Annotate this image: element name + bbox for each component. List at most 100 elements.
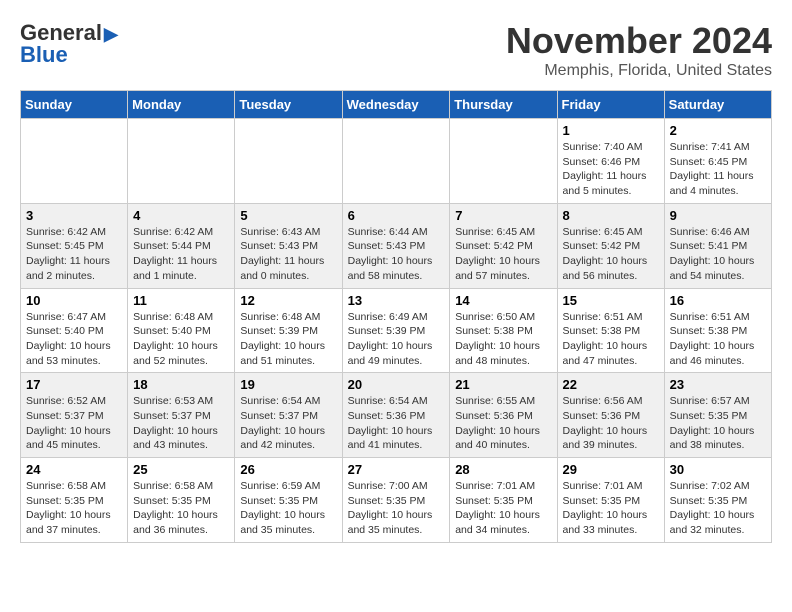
day-number: 19: [240, 377, 336, 392]
day-number: 2: [670, 123, 766, 138]
day-cell: 6 Sunrise: 6:44 AM Sunset: 5:43 PM Daylig…: [342, 203, 450, 288]
day-cell: 23 Sunrise: 6:57 AM Sunset: 5:35 PM Dayli…: [664, 373, 771, 458]
day-info: Sunrise: 6:55 AM Sunset: 5:36 PM Dayligh…: [455, 394, 551, 453]
day-cell: [128, 119, 235, 204]
day-cell: 5 Sunrise: 6:43 AM Sunset: 5:43 PM Daylig…: [235, 203, 342, 288]
col-wednesday: Wednesday: [342, 91, 450, 119]
day-number: 17: [26, 377, 122, 392]
day-info: Sunrise: 6:48 AM Sunset: 5:40 PM Dayligh…: [133, 310, 229, 369]
day-number: 16: [670, 293, 766, 308]
day-cell: 17 Sunrise: 6:52 AM Sunset: 5:37 PM Dayli…: [21, 373, 128, 458]
day-number: 18: [133, 377, 229, 392]
day-cell: 25 Sunrise: 6:58 AM Sunset: 5:35 PM Dayli…: [128, 458, 235, 543]
week-row-5: 24 Sunrise: 6:58 AM Sunset: 5:35 PM Dayli…: [21, 458, 772, 543]
day-cell: 13Sunrise: 6:49 AM Sunset: 5:39 PM Dayli…: [342, 288, 450, 373]
title-section: November 2024 Memphis, Florida, United S…: [506, 20, 772, 80]
day-info: Sunrise: 6:42 AM Sunset: 5:45 PM Dayligh…: [26, 225, 122, 284]
day-cell: 9 Sunrise: 6:46 AM Sunset: 5:41 PM Daylig…: [664, 203, 771, 288]
day-info: Sunrise: 6:46 AM Sunset: 5:41 PM Dayligh…: [670, 225, 766, 284]
day-info: Sunrise: 7:00 AM Sunset: 5:35 PM Dayligh…: [348, 479, 445, 538]
day-number: 24: [26, 462, 122, 477]
day-info: Sunrise: 6:45 AM Sunset: 5:42 PM Dayligh…: [563, 225, 659, 284]
day-number: 8: [563, 208, 659, 223]
week-row-2: 3 Sunrise: 6:42 AM Sunset: 5:45 PM Daylig…: [21, 203, 772, 288]
day-number: 4: [133, 208, 229, 223]
week-row-4: 17 Sunrise: 6:52 AM Sunset: 5:37 PM Dayli…: [21, 373, 772, 458]
day-number: 21: [455, 377, 551, 392]
day-number: 29: [563, 462, 659, 477]
day-cell: [450, 119, 557, 204]
day-number: 26: [240, 462, 336, 477]
day-info: Sunrise: 7:40 AM Sunset: 6:46 PM Dayligh…: [563, 140, 659, 199]
day-info: Sunrise: 6:57 AM Sunset: 5:35 PM Dayligh…: [670, 394, 766, 453]
day-info: Sunrise: 7:41 AM Sunset: 6:45 PM Dayligh…: [670, 140, 766, 199]
day-cell: 18 Sunrise: 6:53 AM Sunset: 5:37 PM Dayli…: [128, 373, 235, 458]
day-number: 14: [455, 293, 551, 308]
day-info: Sunrise: 6:43 AM Sunset: 5:43 PM Dayligh…: [240, 225, 336, 284]
day-cell: 11 Sunrise: 6:48 AM Sunset: 5:40 PM Dayli…: [128, 288, 235, 373]
day-cell: 4 Sunrise: 6:42 AM Sunset: 5:44 PM Daylig…: [128, 203, 235, 288]
calendar: Sunday Monday Tuesday Wednesday Thursday…: [20, 90, 772, 543]
day-cell: [21, 119, 128, 204]
day-info: Sunrise: 7:01 AM Sunset: 5:35 PM Dayligh…: [563, 479, 659, 538]
col-tuesday: Tuesday: [235, 91, 342, 119]
day-number: 1: [563, 123, 659, 138]
day-number: 15: [563, 293, 659, 308]
day-info: Sunrise: 6:59 AM Sunset: 5:35 PM Dayligh…: [240, 479, 336, 538]
day-info: Sunrise: 6:42 AM Sunset: 5:44 PM Dayligh…: [133, 225, 229, 284]
day-number: 6: [348, 208, 445, 223]
col-thursday: Thursday: [450, 91, 557, 119]
logo: General▶ Blue: [20, 20, 118, 68]
day-cell: 30Sunrise: 7:02 AM Sunset: 5:35 PM Dayli…: [664, 458, 771, 543]
day-info: Sunrise: 7:02 AM Sunset: 5:35 PM Dayligh…: [670, 479, 766, 538]
day-number: 3: [26, 208, 122, 223]
day-info: Sunrise: 6:56 AM Sunset: 5:36 PM Dayligh…: [563, 394, 659, 453]
day-info: Sunrise: 6:51 AM Sunset: 5:38 PM Dayligh…: [563, 310, 659, 369]
day-cell: 26 Sunrise: 6:59 AM Sunset: 5:35 PM Dayli…: [235, 458, 342, 543]
day-number: 7: [455, 208, 551, 223]
week-row-3: 10 Sunrise: 6:47 AM Sunset: 5:40 PM Dayli…: [21, 288, 772, 373]
day-number: 25: [133, 462, 229, 477]
day-info: Sunrise: 6:50 AM Sunset: 5:38 PM Dayligh…: [455, 310, 551, 369]
sub-title: Memphis, Florida, United States: [506, 62, 772, 80]
day-cell: 10 Sunrise: 6:47 AM Sunset: 5:40 PM Dayli…: [21, 288, 128, 373]
day-number: 23: [670, 377, 766, 392]
day-number: 27: [348, 462, 445, 477]
day-cell: 14 Sunrise: 6:50 AM Sunset: 5:38 PM Dayli…: [450, 288, 557, 373]
day-cell: 22 Sunrise: 6:56 AM Sunset: 5:36 PM Dayli…: [557, 373, 664, 458]
day-cell: 1 Sunrise: 7:40 AM Sunset: 6:46 PM Daylig…: [557, 119, 664, 204]
header: General▶ Blue November 2024 Memphis, Flo…: [20, 20, 772, 80]
day-info: Sunrise: 6:44 AM Sunset: 5:43 PM Dayligh…: [348, 225, 445, 284]
day-info: Sunrise: 6:45 AM Sunset: 5:42 PM Dayligh…: [455, 225, 551, 284]
col-saturday: Saturday: [664, 91, 771, 119]
day-number: 22: [563, 377, 659, 392]
day-cell: 28Sunrise: 7:01 AM Sunset: 5:35 PM Dayli…: [450, 458, 557, 543]
day-cell: 21 Sunrise: 6:55 AM Sunset: 5:36 PM Dayli…: [450, 373, 557, 458]
day-info: Sunrise: 7:01 AM Sunset: 5:35 PM Dayligh…: [455, 479, 551, 538]
day-cell: 16 Sunrise: 6:51 AM Sunset: 5:38 PM Dayli…: [664, 288, 771, 373]
day-number: 10: [26, 293, 122, 308]
day-info: Sunrise: 6:51 AM Sunset: 5:38 PM Dayligh…: [670, 310, 766, 369]
day-info: Sunrise: 6:52 AM Sunset: 5:37 PM Dayligh…: [26, 394, 122, 453]
day-cell: 24 Sunrise: 6:58 AM Sunset: 5:35 PM Dayli…: [21, 458, 128, 543]
day-info: Sunrise: 6:54 AM Sunset: 5:37 PM Dayligh…: [240, 394, 336, 453]
day-number: 11: [133, 293, 229, 308]
day-number: 13: [348, 293, 445, 308]
day-number: 5: [240, 208, 336, 223]
day-cell: 29 Sunrise: 7:01 AM Sunset: 5:35 PM Dayli…: [557, 458, 664, 543]
day-number: 12: [240, 293, 336, 308]
day-cell: 20 Sunrise: 6:54 AM Sunset: 5:36 PM Dayli…: [342, 373, 450, 458]
week-row-1: 1 Sunrise: 7:40 AM Sunset: 6:46 PM Daylig…: [21, 119, 772, 204]
day-info: Sunrise: 6:54 AM Sunset: 5:36 PM Dayligh…: [348, 394, 445, 453]
day-info: Sunrise: 6:58 AM Sunset: 5:35 PM Dayligh…: [133, 479, 229, 538]
day-cell: [342, 119, 450, 204]
day-number: 20: [348, 377, 445, 392]
day-cell: 19 Sunrise: 6:54 AM Sunset: 5:37 PM Dayli…: [235, 373, 342, 458]
day-info: Sunrise: 6:58 AM Sunset: 5:35 PM Dayligh…: [26, 479, 122, 538]
day-cell: 3 Sunrise: 6:42 AM Sunset: 5:45 PM Daylig…: [21, 203, 128, 288]
day-info: Sunrise: 6:47 AM Sunset: 5:40 PM Dayligh…: [26, 310, 122, 369]
day-cell: 7 Sunrise: 6:45 AM Sunset: 5:42 PM Daylig…: [450, 203, 557, 288]
day-info: Sunrise: 6:53 AM Sunset: 5:37 PM Dayligh…: [133, 394, 229, 453]
col-monday: Monday: [128, 91, 235, 119]
day-number: 9: [670, 208, 766, 223]
